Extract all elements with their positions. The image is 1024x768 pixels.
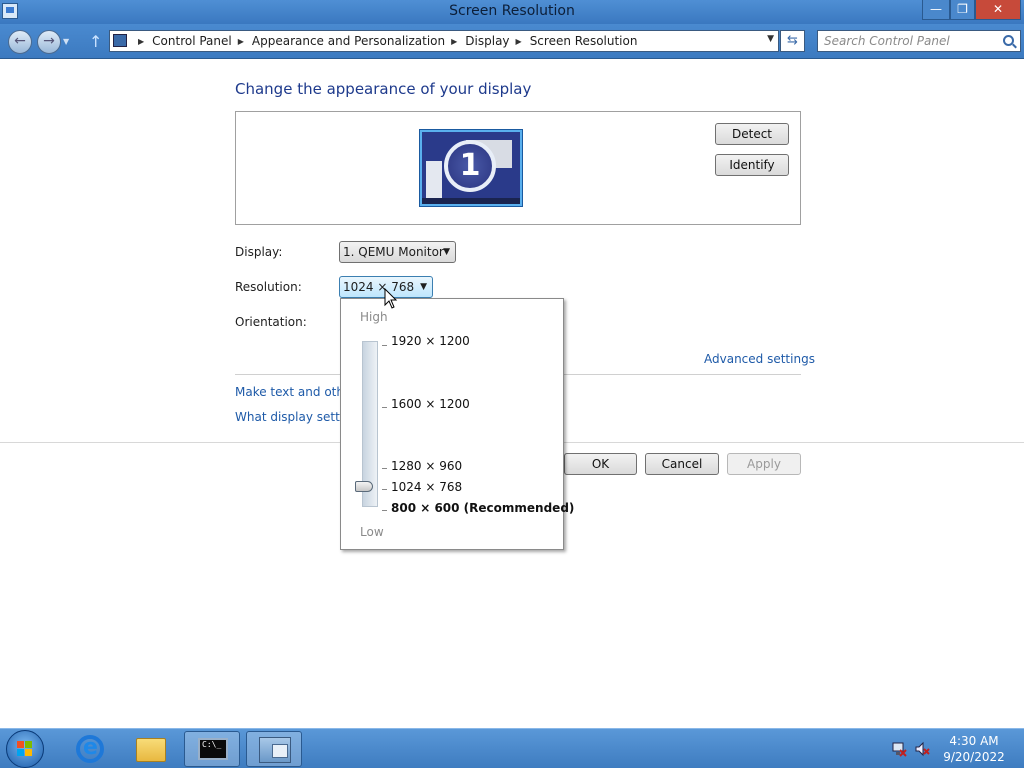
- display-label: Display:: [235, 245, 283, 259]
- breadcrumb-separator-icon[interactable]: ▶: [138, 37, 144, 46]
- window-title: Screen Resolution: [449, 3, 575, 19]
- taskbar-control-panel[interactable]: [246, 731, 302, 767]
- cancel-button[interactable]: Cancel: [645, 453, 719, 475]
- monitor-1-icon[interactable]: 1: [420, 130, 522, 206]
- slider-tick: [382, 489, 387, 490]
- search-box[interactable]: [817, 30, 1021, 52]
- restore-button[interactable]: ❐: [950, 0, 975, 20]
- orientation-label: Orientation:: [235, 315, 307, 329]
- text-size-link[interactable]: Make text and other: [235, 385, 356, 399]
- internet-explorer-icon: [76, 735, 104, 763]
- taskbar-command-prompt[interactable]: C:\_: [184, 731, 240, 767]
- close-button[interactable]: ✕: [975, 0, 1021, 20]
- clock-time: 4:30 AM: [949, 734, 999, 748]
- page-heading: Change the appearance of your display: [235, 80, 532, 98]
- low-label: Low: [360, 525, 384, 539]
- control-panel-icon: [259, 737, 291, 763]
- breadcrumb-separator-icon[interactable]: ▶: [451, 37, 457, 46]
- resolution-option[interactable]: 1024 × 768: [391, 480, 462, 494]
- detect-button[interactable]: Detect: [715, 123, 789, 145]
- slider-tick: [382, 345, 387, 346]
- breadcrumb-control-panel[interactable]: Control Panel: [152, 34, 232, 48]
- navigation-bar: ← → ▼ ↑ ▶ Control Panel ▶ Appearance and Pe…: [0, 24, 1024, 59]
- clock-date: 9/20/2022: [943, 750, 1005, 764]
- window-thumbnail: [426, 161, 442, 199]
- chevron-down-icon: ▼: [420, 282, 427, 292]
- back-button[interactable]: ←: [8, 30, 32, 54]
- recent-pages-chevron-icon[interactable]: ▼: [63, 37, 69, 46]
- resolution-select-value: 1024 × 768: [343, 280, 415, 294]
- folder-icon: [136, 738, 166, 762]
- address-dropdown-icon[interactable]: ▼: [767, 34, 774, 44]
- resolution-option[interactable]: 1920 × 1200: [391, 334, 470, 348]
- slider-tick: [382, 510, 387, 511]
- refresh-button[interactable]: ⇆: [780, 30, 805, 52]
- windows-logo-icon: [17, 741, 33, 757]
- resolution-label: Resolution:: [235, 280, 302, 294]
- breadcrumb-display[interactable]: Display: [465, 34, 509, 48]
- taskbar-file-explorer[interactable]: [122, 731, 178, 767]
- display-preview-panel: 1 Detect Identify: [235, 111, 801, 225]
- taskbar-internet-explorer[interactable]: [62, 731, 118, 767]
- breadcrumb: ▶ Control Panel ▶ Appearance and Personaliz…: [132, 34, 637, 48]
- search-icon[interactable]: [1003, 35, 1014, 46]
- resolution-option-recommended[interactable]: 800 × 600 (Recommended): [391, 501, 574, 515]
- network-icon[interactable]: [891, 741, 907, 757]
- resolution-option[interactable]: 1280 × 960: [391, 459, 462, 473]
- high-label: High: [360, 310, 388, 324]
- resolution-option[interactable]: 1600 × 1200: [391, 397, 470, 411]
- slider-tick: [382, 468, 387, 469]
- address-bar[interactable]: ▶ Control Panel ▶ Appearance and Personaliz…: [109, 30, 779, 52]
- resolution-slider-thumb[interactable]: [355, 481, 373, 492]
- taskbar-thumbnail: [422, 198, 520, 204]
- up-arrow-icon[interactable]: ↑: [89, 32, 102, 51]
- start-button[interactable]: [6, 730, 44, 768]
- breadcrumb-separator-icon[interactable]: ▶: [516, 37, 522, 46]
- identify-button[interactable]: Identify: [715, 154, 789, 176]
- volume-muted-icon[interactable]: [914, 741, 930, 757]
- breadcrumb-separator-icon[interactable]: ▶: [238, 37, 244, 46]
- title-bar: Screen Resolution — ❐ ✕: [0, 0, 1024, 24]
- apply-button[interactable]: Apply: [727, 453, 801, 475]
- display-select[interactable]: 1. QEMU Monitor ▼: [339, 241, 456, 263]
- chevron-down-icon: ▼: [443, 247, 450, 257]
- breadcrumb-appearance[interactable]: Appearance and Personalization: [252, 34, 445, 48]
- display-select-value: 1. QEMU Monitor: [343, 245, 444, 259]
- monitor-number: 1: [444, 140, 496, 192]
- forward-button[interactable]: →: [37, 30, 61, 54]
- search-input[interactable]: [824, 33, 994, 49]
- resolution-dropdown: High 1920 × 1200 1600 × 1200 1280 × 960 …: [340, 298, 574, 550]
- system-clock[interactable]: 4:30 AM 9/20/2022: [938, 733, 1010, 765]
- taskbar: C:\_ 4:30 AM 9/20/2022: [0, 728, 1024, 768]
- minimize-button[interactable]: —: [922, 0, 950, 20]
- ok-button[interactable]: OK: [564, 453, 637, 475]
- control-panel-icon: [113, 34, 127, 47]
- command-prompt-icon: C:\_: [198, 738, 228, 760]
- advanced-settings-link[interactable]: Advanced settings: [704, 352, 815, 366]
- breadcrumb-screen-resolution[interactable]: Screen Resolution: [530, 34, 638, 48]
- slider-tick: [382, 407, 387, 408]
